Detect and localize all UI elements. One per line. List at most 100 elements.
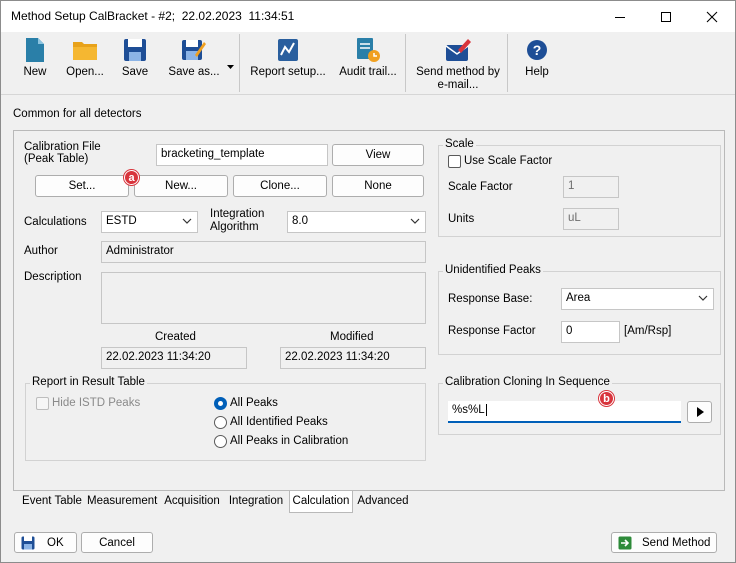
chevron-down-icon: [182, 218, 192, 224]
cloning-input[interactable]: %s%L: [448, 401, 681, 423]
report-group: Report in Result Table Hide ISTD Peaks A…: [25, 376, 426, 461]
calibration-file-input[interactable]: bracketing_template: [156, 144, 328, 166]
window-title: Method Setup CalBracket - #2; 22.02.2023…: [11, 9, 295, 23]
calculations-select[interactable]: ESTD: [101, 211, 198, 233]
help-label: Help: [525, 66, 549, 78]
chevron-down-icon: [410, 218, 420, 224]
tab-integration[interactable]: Integration: [227, 491, 285, 512]
send-arrow-icon: [618, 536, 632, 549]
save-label: Save: [121, 66, 149, 78]
response-base-label: Response Base:: [448, 293, 533, 305]
ok-button[interactable]: OK: [14, 532, 77, 553]
hide-istd-checkbox[interactable]: [36, 397, 49, 410]
common-detectors-label: Common for all detectors: [13, 108, 142, 120]
audit-trail-label: Audit trail...: [339, 66, 397, 78]
use-scale-factor-checkbox[interactable]: [448, 155, 461, 168]
none-button[interactable]: None: [332, 175, 424, 197]
open-label: Open...: [66, 66, 104, 78]
annotation-badge-a: a: [124, 170, 139, 185]
all-in-calibration-label: All Peaks in Calibration: [230, 435, 349, 447]
maximize-icon: [661, 11, 671, 22]
new-calibration-button[interactable]: New...: [134, 175, 228, 197]
send-method-label-1: Send method by: [416, 66, 500, 78]
modified-label: Modified: [330, 331, 374, 343]
hide-istd-label: Hide ISTD Peaks: [52, 397, 141, 409]
all-peaks-radio[interactable]: [214, 397, 227, 410]
all-in-calibration-radio[interactable]: [214, 435, 227, 448]
view-button[interactable]: View: [332, 144, 424, 166]
dropdown-arrow-icon: [227, 65, 234, 69]
calculation-panel: Calibration File (Peak Table) bracketing…: [13, 130, 725, 491]
tab-measurement[interactable]: Measurement: [87, 491, 157, 512]
toolbar-separator: [405, 34, 406, 92]
toolbar-separator: [507, 34, 508, 92]
save-as-label: Save as...: [168, 66, 220, 78]
report-setup-label: Report setup...: [250, 66, 326, 78]
help-button[interactable]: ? Help: [517, 34, 557, 92]
email-edit-icon: [445, 39, 471, 61]
created-field: 22.02.2023 11:34:20: [101, 347, 247, 369]
send-method-email-button[interactable]: Send method by e-mail...: [413, 34, 503, 92]
calculations-label: Calculations: [24, 216, 87, 228]
cloning-insert-button[interactable]: [687, 401, 712, 423]
use-scale-factor-label: Use Scale Factor: [464, 155, 553, 167]
new-label: New: [23, 66, 47, 78]
minimize-button[interactable]: [597, 1, 643, 32]
close-button[interactable]: [689, 1, 735, 32]
modified-field: 22.02.2023 11:34:20: [280, 347, 426, 369]
chevron-down-icon: [698, 295, 708, 301]
description-field[interactable]: [101, 272, 426, 324]
maximize-button[interactable]: [643, 1, 689, 32]
title-bar: Method Setup CalBracket - #2; 22.02.2023…: [1, 1, 735, 32]
unidentified-peaks-group: Unidentified Peaks Response Base: Area R…: [438, 264, 721, 355]
toolbar: New Open... Save Save as... Report setup…: [1, 32, 735, 95]
units-input[interactable]: uL: [563, 208, 619, 230]
all-identified-radio[interactable]: [214, 416, 227, 429]
play-arrow-icon: [696, 407, 704, 417]
report-setup-icon: [278, 39, 298, 61]
folder-icon: [73, 42, 97, 60]
author-field: Administrator: [101, 241, 426, 263]
save-button[interactable]: Save: [113, 34, 157, 92]
clone-button[interactable]: Clone...: [233, 175, 327, 197]
response-factor-label: Response Factor: [448, 325, 536, 337]
cloning-group: Calibration Cloning In Sequence %s%L b: [438, 376, 721, 435]
set-button[interactable]: Set...: [35, 175, 129, 197]
created-label: Created: [155, 331, 196, 343]
all-identified-label: All Identified Peaks: [230, 416, 328, 428]
save-as-icon: [182, 40, 206, 60]
cancel-button[interactable]: Cancel: [81, 532, 153, 553]
tab-event-table[interactable]: Event Table: [19, 491, 85, 512]
scale-factor-input[interactable]: 1: [563, 176, 619, 198]
save-icon: [124, 39, 146, 61]
unidentified-peaks-title: Unidentified Peaks: [443, 264, 543, 276]
units-label: Units: [448, 213, 475, 225]
integration-algorithm-select[interactable]: 8.0: [287, 211, 426, 233]
new-button[interactable]: New: [13, 34, 57, 92]
tab-calculation[interactable]: Calculation: [289, 491, 353, 513]
close-icon: [706, 11, 718, 22]
cloning-title: Calibration Cloning In Sequence: [443, 376, 612, 388]
response-base-select[interactable]: Area: [561, 288, 714, 310]
open-button[interactable]: Open...: [61, 34, 109, 92]
scale-group-title: Scale: [443, 138, 476, 150]
scale-factor-label: Scale Factor: [448, 181, 513, 193]
help-icon: ?: [527, 40, 547, 60]
minimize-icon: [615, 16, 625, 18]
response-factor-input[interactable]: 0: [561, 321, 620, 343]
tab-acquisition[interactable]: Acquisition: [163, 491, 221, 512]
tab-advanced[interactable]: Advanced: [355, 491, 411, 512]
send-method-button[interactable]: Send Method: [611, 532, 717, 553]
save-icon: [21, 536, 35, 549]
send-method-label-2: e-mail...: [437, 79, 479, 91]
method-setup-window: Method Setup CalBracket - #2; 22.02.2023…: [0, 0, 736, 563]
audit-trail-button[interactable]: Audit trail...: [335, 34, 401, 92]
description-label: Description: [24, 271, 82, 283]
annotation-badge-b: b: [599, 391, 614, 406]
save-as-dropdown[interactable]: [227, 60, 234, 72]
ok-label: OK: [47, 536, 64, 549]
svg-text:?: ?: [533, 42, 542, 58]
save-as-button[interactable]: Save as...: [163, 34, 225, 92]
report-setup-button[interactable]: Report setup...: [249, 34, 327, 92]
audit-trail-icon: [357, 38, 380, 62]
